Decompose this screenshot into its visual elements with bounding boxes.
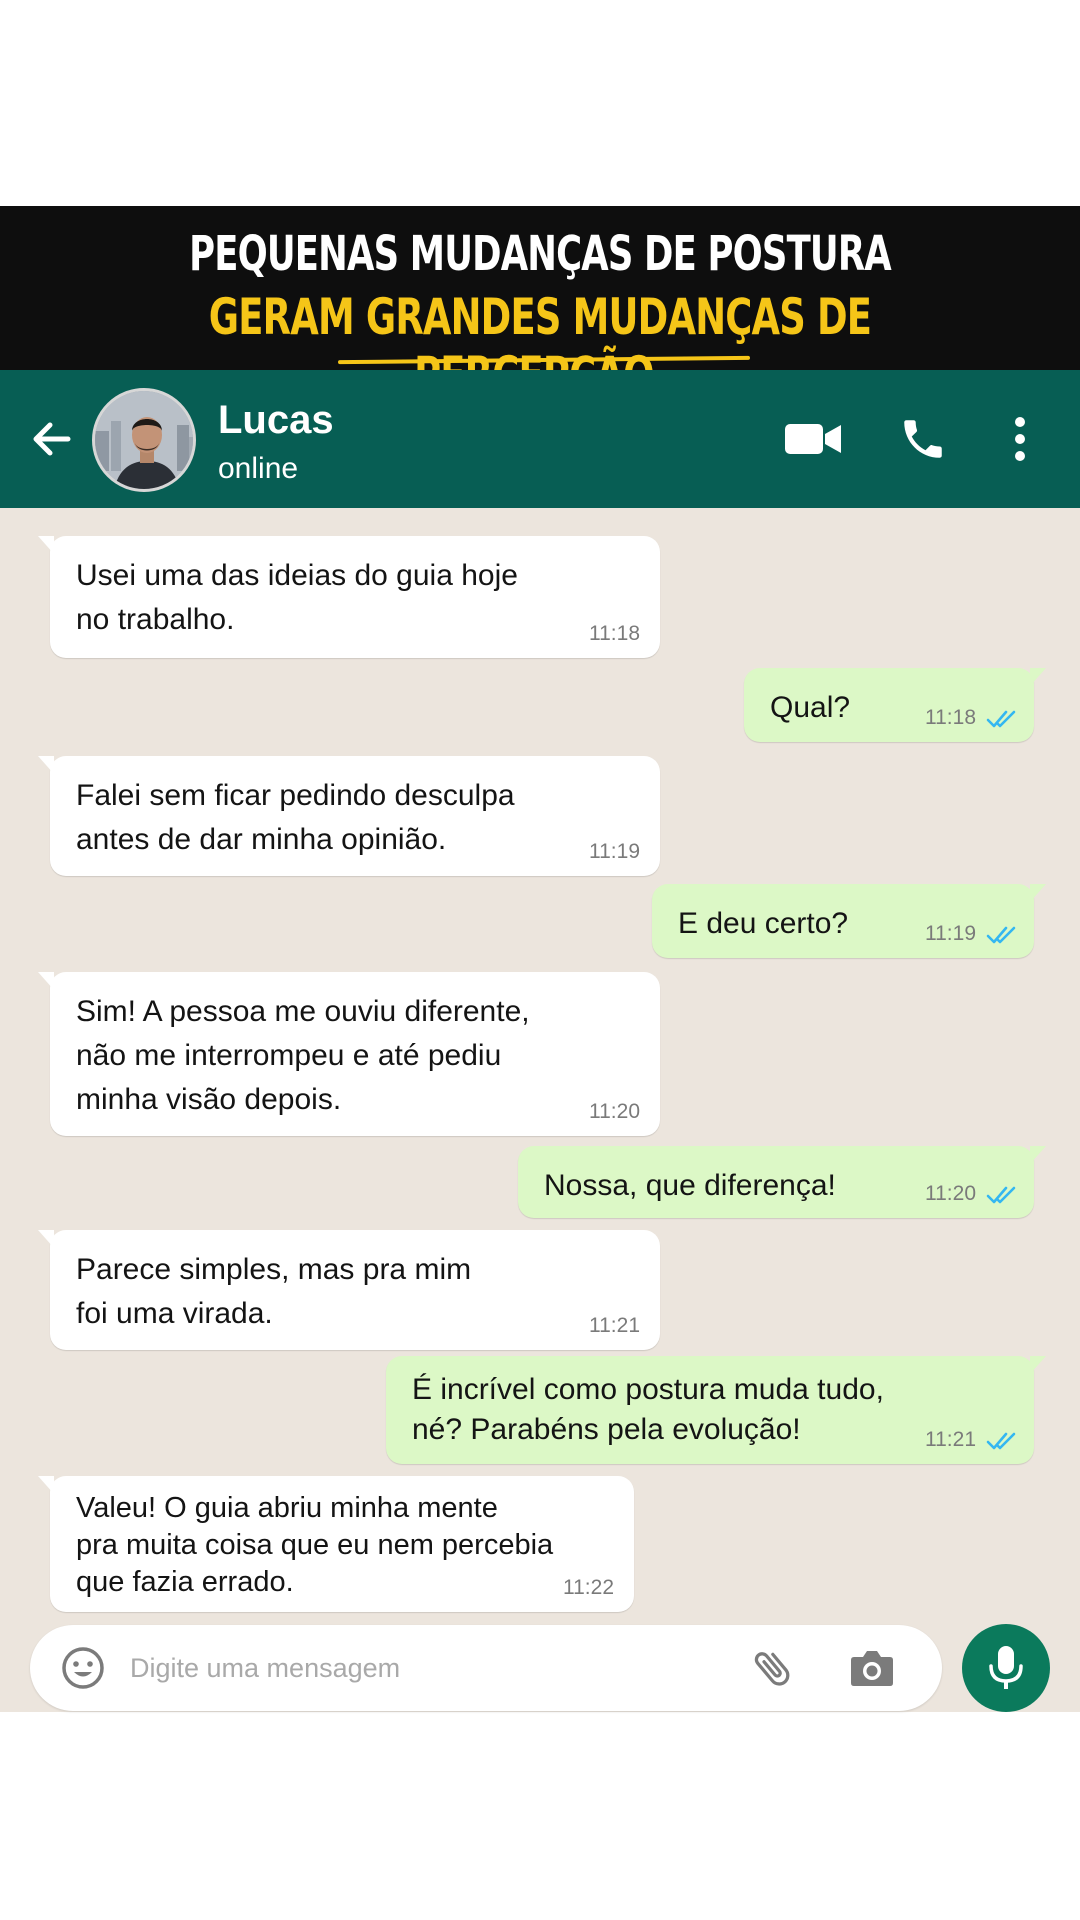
bubble-tail: [38, 1230, 54, 1248]
message-time: 11:19: [589, 840, 640, 863]
message-text: Sim! A pessoa me ouviu diferente, não me…: [76, 995, 530, 1116]
message-text: Valeu! O guia abriu minha mente pra muit…: [76, 1492, 554, 1598]
bubble-tail: [1030, 1146, 1046, 1164]
promo-banner: PEQUENAS MUDANÇAS DE POSTURA GERAM GRAND…: [0, 206, 1080, 404]
message-bubble-outgoing[interactable]: Qual? 11:18: [744, 668, 1046, 742]
chat-header: Lucas online: [0, 370, 1080, 508]
emoji-icon[interactable]: [60, 1645, 106, 1691]
contact-avatar[interactable]: [92, 388, 196, 492]
more-vert-icon[interactable]: [1000, 414, 1040, 464]
message-bubble-incoming[interactable]: Usei uma das ideias do guia hoje no trab…: [38, 536, 660, 658]
message-time: 11:20: [925, 1182, 976, 1205]
message-composer: [30, 1625, 942, 1711]
bubble-tail: [38, 972, 54, 990]
message-bubble-incoming[interactable]: Falei sem ficar pedindo desculpa antes d…: [38, 756, 660, 876]
double-check-read-icon: [986, 710, 1016, 728]
bubble-tail: [38, 536, 54, 554]
contact-status: online: [218, 452, 299, 485]
bubble-tail: [38, 756, 54, 774]
message-text: E deu certo?: [678, 907, 849, 940]
message-text: Falei sem ficar pedindo desculpa antes d…: [76, 779, 515, 856]
message-text: Parece simples, mas pra mim foi uma vira…: [76, 1253, 472, 1330]
video-camera-icon[interactable]: [782, 414, 844, 464]
contact-name[interactable]: Lucas: [218, 398, 334, 443]
bubble-tail: [1030, 668, 1046, 686]
message-time: 11:18: [589, 622, 640, 645]
message-time: 11:18: [925, 706, 976, 729]
message-time: 11:21: [925, 1428, 976, 1451]
bubble-tail: [38, 1476, 54, 1494]
camera-icon[interactable]: [848, 1645, 896, 1691]
bubble-tail: [1030, 1356, 1046, 1374]
message-time: 11:19: [925, 922, 976, 945]
bubble-tail: [1030, 884, 1046, 902]
message-bubble-outgoing[interactable]: E deu certo? 11:19: [652, 884, 1046, 958]
mic-icon[interactable]: [962, 1624, 1050, 1712]
double-check-read-icon: [986, 1432, 1016, 1450]
banner-headline-line-1: PEQUENAS MUDANÇAS DE POSTURA: [189, 226, 892, 282]
message-time: 11:20: [589, 1100, 640, 1123]
message-bubble-outgoing[interactable]: Nossa, que diferença! 11:20: [518, 1146, 1046, 1218]
message-time: 11:21: [589, 1314, 640, 1337]
message-bubble-incoming[interactable]: Parece simples, mas pra mim foi uma vira…: [38, 1230, 660, 1350]
message-bubble-incoming[interactable]: Sim! A pessoa me ouviu diferente, não me…: [38, 972, 660, 1136]
message-bubble-incoming[interactable]: Valeu! O guia abriu minha mente pra muit…: [38, 1476, 634, 1612]
message-time: 11:22: [563, 1576, 614, 1599]
message-input[interactable]: [130, 1643, 650, 1693]
message-text: Qual?: [770, 691, 851, 724]
message-bubble-outgoing[interactable]: É incrível como postura muda tudo, né? P…: [386, 1356, 1046, 1464]
chat-messages-area[interactable]: Usei uma das ideias do guia hoje no trab…: [0, 508, 1080, 1712]
double-check-read-icon: [986, 926, 1016, 944]
attach-icon[interactable]: [750, 1645, 796, 1691]
message-text: Usei uma das ideias do guia hoje no trab…: [76, 559, 518, 636]
message-text: Nossa, que diferença!: [544, 1169, 836, 1202]
phone-icon[interactable]: [896, 414, 950, 464]
back-arrow-icon[interactable]: [26, 414, 76, 464]
message-text: É incrível como postura muda tudo, né? P…: [412, 1373, 884, 1446]
double-check-read-icon: [986, 1186, 1016, 1204]
